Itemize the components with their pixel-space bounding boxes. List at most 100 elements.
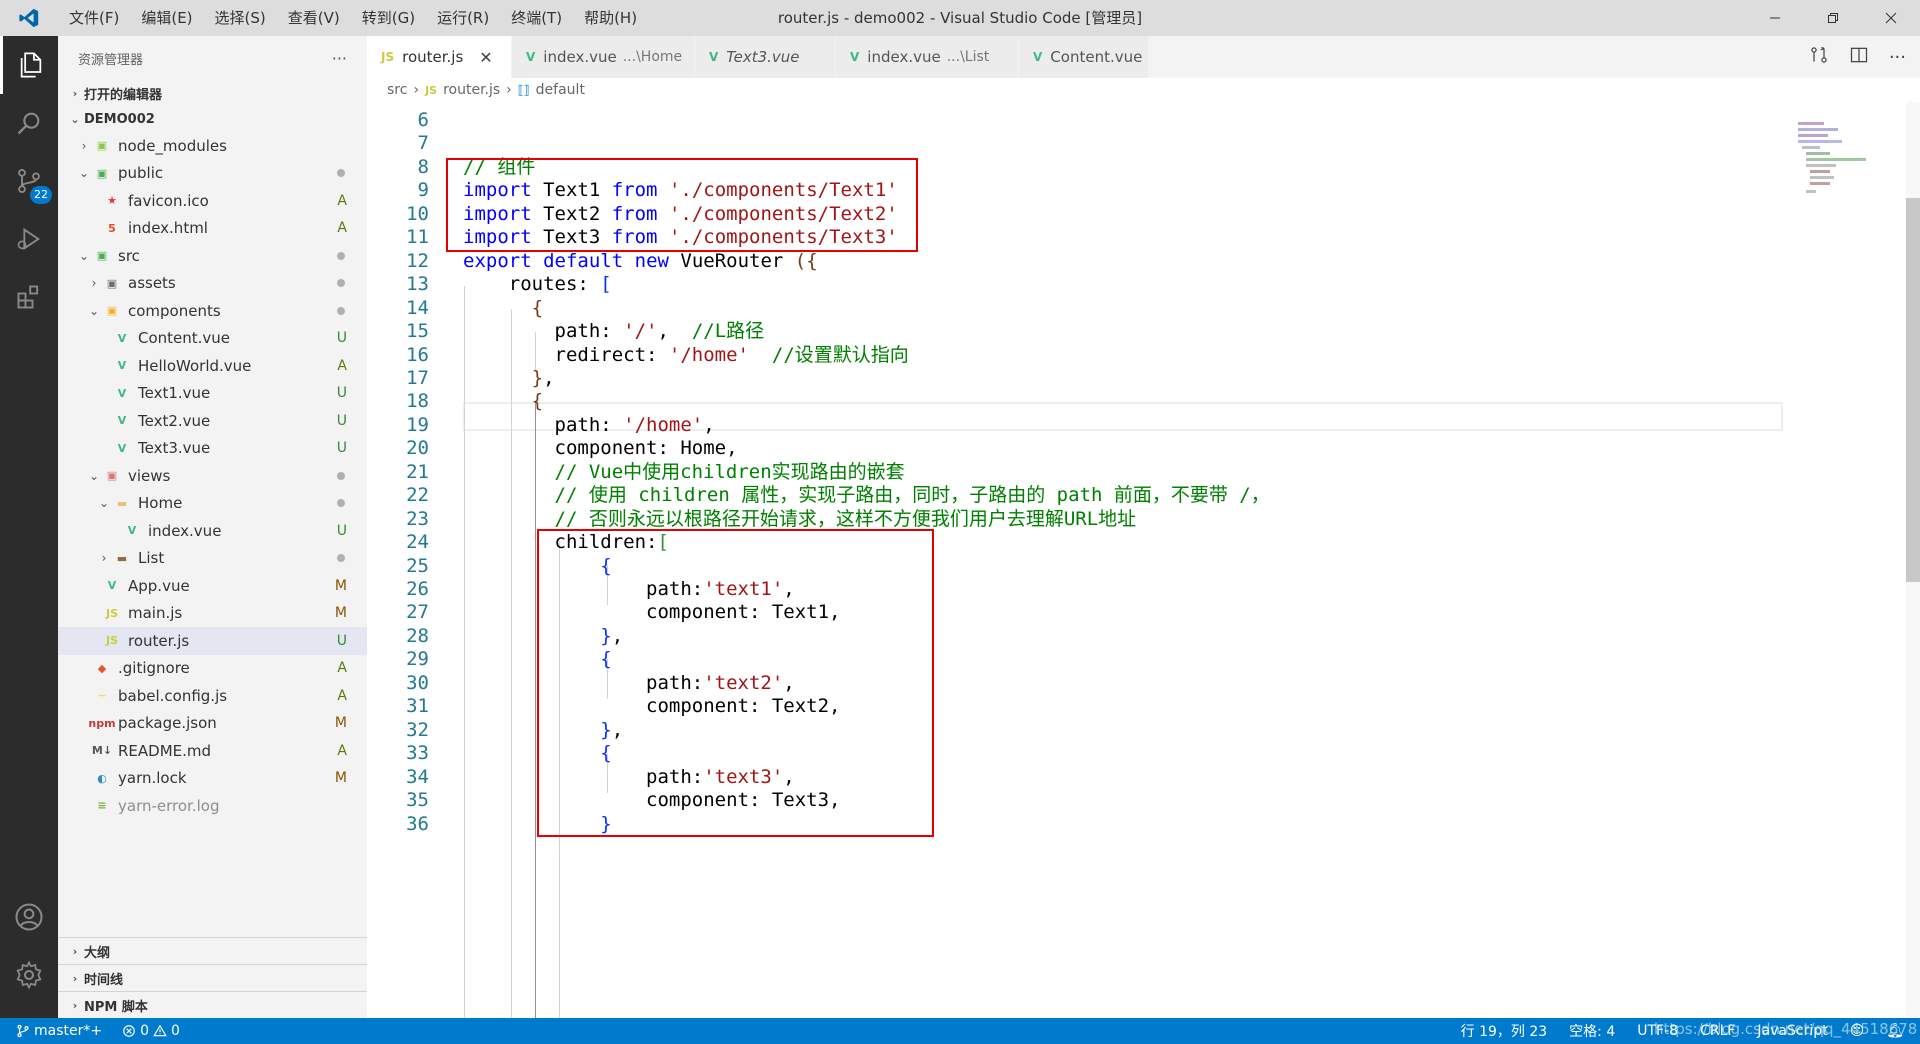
code-token: //L路径 xyxy=(691,320,765,343)
menu-item-7[interactable]: 帮助(H) xyxy=(573,0,648,36)
explorer-title: 资源管理器 xyxy=(78,52,144,68)
menu-item-2[interactable]: 选择(S) xyxy=(204,0,277,36)
tree-item-main-js[interactable]: JS main.js M xyxy=(58,600,367,628)
file-tree: › ▣ node_modules ⌄ ▣ public ★ favicon.ico A 5 inde… xyxy=(58,132,367,820)
close-button[interactable] xyxy=(1862,0,1920,36)
breadcrumb-symbol[interactable]: default xyxy=(536,82,585,98)
more-actions-button[interactable]: ··· xyxy=(332,49,347,68)
tab-index-vue-1[interactable]: Vindex.vue ...\Home xyxy=(512,36,695,78)
indentation-status[interactable]: 空格: 4 xyxy=(1569,1021,1615,1041)
sidebar-section-1[interactable]: › 时间线 xyxy=(58,964,367,991)
tree-item-views[interactable]: ⌄ ▣ views xyxy=(58,462,367,490)
vue-icon: V xyxy=(107,579,117,593)
cursor-position[interactable]: 行 19，列 23 xyxy=(1461,1021,1548,1041)
section-label: 时间线 xyxy=(84,972,124,988)
sidebar-section-0[interactable]: › 大纲 xyxy=(58,937,367,964)
code-token: { xyxy=(531,390,544,413)
tree-item-index-vue[interactable]: Vindex.vue U xyxy=(58,517,367,545)
tab-label: router.js xyxy=(402,48,464,66)
branch-name: master*+ xyxy=(34,1023,103,1039)
tree-item-package-json[interactable]: npm package.json M xyxy=(58,710,367,738)
tree-item-list[interactable]: › ▬ List xyxy=(58,545,367,573)
breadcrumb: src › JS router.js › ⟦⟧ default xyxy=(367,78,1920,102)
tree-item-yarn-lock[interactable]: ◐ yarn.lock M xyxy=(58,765,367,793)
tree-item-src[interactable]: ⌄ ▣ src xyxy=(58,242,367,270)
tab-index-vue-3[interactable]: Vindex.vue ...\List xyxy=(836,36,1019,78)
tree-item-node-modules[interactable]: › ▣ node_modules xyxy=(58,132,367,160)
project-section[interactable]: ⌄ DEMO002 xyxy=(58,106,367,132)
menu-item-5[interactable]: 运行(R) xyxy=(426,0,500,36)
tree-item-label: List xyxy=(138,549,165,568)
tree-item-public[interactable]: ⌄ ▣ public xyxy=(58,160,367,188)
code-editor[interactable]: 6 7 8// 组件 9 import Text1 from './components… xyxy=(367,102,1920,1018)
breadcrumb-src[interactable]: src xyxy=(387,82,407,98)
tree-item-components[interactable]: ⌄ ▣ components xyxy=(58,297,367,325)
tab-router-js-0[interactable]: JS router.js ✕ xyxy=(367,36,512,78)
tree-item-label: public xyxy=(118,164,164,183)
settings-gear-icon[interactable] xyxy=(0,946,58,1004)
menu-item-4[interactable]: 转到(G) xyxy=(351,0,426,36)
status-bar: master*+ 0 0 行 19，列 23 空格: 4 UTF-8 CRLF … xyxy=(0,1018,1920,1044)
run-debug-icon[interactable] xyxy=(0,210,58,268)
restore-button[interactable] xyxy=(1804,0,1862,36)
git-branch-status[interactable]: master*+ xyxy=(16,1023,102,1039)
tree-item-yarn-error-log[interactable]: ≡ yarn-error.log xyxy=(58,792,367,820)
scrollbar-thumb[interactable] xyxy=(1906,198,1920,582)
problems-status[interactable]: 0 0 xyxy=(122,1023,180,1039)
tree-item-label: favicon.ico xyxy=(128,191,209,210)
tree-item-babel-config-js[interactable]: ~ babel.config.js A xyxy=(58,682,367,710)
tree-item-index-html[interactable]: 5 index.html A xyxy=(58,215,367,243)
tree-item-readme-md[interactable]: M↓ README.md A xyxy=(58,737,367,765)
extensions-icon[interactable] xyxy=(0,268,58,326)
tree-item-gitignore[interactable]: ◆ .gitignore A xyxy=(58,655,367,683)
sidebar-section-2[interactable]: › NPM 脚本 xyxy=(58,991,367,1018)
modified-dot-icon xyxy=(337,554,345,563)
menu-item-0[interactable]: 文件(F) xyxy=(58,0,130,36)
explorer-header: 资源管理器 ··· xyxy=(58,36,367,80)
menu-bar: 文件(F) 编辑(E) 选择(S) 查看(V) 转到(G) 运行(R) 终端(T) 帮助(H) xyxy=(58,0,648,36)
open-editors-section[interactable]: › 打开的编辑器 xyxy=(58,80,367,106)
modified-dot-icon xyxy=(337,499,345,508)
account-icon[interactable] xyxy=(0,888,58,946)
menu-item-3[interactable]: 查看(V) xyxy=(277,0,351,36)
menu-item-6[interactable]: 终端(T) xyxy=(500,0,573,36)
tree-item-text1-vue[interactable]: V Text1.vue U xyxy=(58,380,367,408)
git-status-badge: M xyxy=(334,770,347,787)
close-tab-icon[interactable]: ✕ xyxy=(479,48,492,67)
breadcrumb-file[interactable]: router.js xyxy=(443,82,500,98)
tree-item-home[interactable]: ⌄ ▬ Home xyxy=(58,490,367,518)
tree-item-app-vue[interactable]: V App.vue M xyxy=(58,572,367,600)
minimize-button[interactable] xyxy=(1746,0,1804,36)
search-icon[interactable] xyxy=(0,94,58,152)
explorer-icon[interactable] xyxy=(0,36,58,94)
more-editor-actions-button[interactable]: ··· xyxy=(1889,47,1906,68)
tree-item-content-vue[interactable]: V Content.vue U xyxy=(58,325,367,353)
code-token: routes: xyxy=(463,273,601,296)
source-control-icon[interactable]: 22 xyxy=(0,152,58,210)
tree-item-text2-vue[interactable]: V Text2.vue U xyxy=(58,407,367,435)
tab-text3-vue-2[interactable]: V Text3.vue xyxy=(695,36,836,78)
folder-src-icon: ▣ xyxy=(96,249,108,263)
chevron-right-icon: › xyxy=(81,138,87,153)
vue-icon: V xyxy=(117,414,127,428)
menu-item-1[interactable]: 编辑(E) xyxy=(130,0,203,36)
tree-item-label: Content.vue xyxy=(138,329,231,348)
tree-item-helloworld-vue[interactable]: V HelloWorld.vue A xyxy=(58,352,367,380)
tree-item-label: node_modules xyxy=(118,136,227,155)
chevron-right-icon: › xyxy=(101,551,107,566)
code-token: , xyxy=(703,413,715,436)
tree-item-assets[interactable]: › ▣ assets xyxy=(58,270,367,298)
minimap[interactable] xyxy=(1788,102,1898,202)
npm-icon: npm xyxy=(88,716,116,730)
tree-item-favicon-ico[interactable]: ★ favicon.ico A xyxy=(58,187,367,215)
explorer-sidebar: 资源管理器 ··· › 打开的编辑器 ⌄ DEMO002 › ▣ node_modu… xyxy=(58,36,367,1018)
open-changes-icon[interactable] xyxy=(1809,45,1829,69)
tree-item-text3-vue[interactable]: V Text3.vue U xyxy=(58,435,367,463)
tree-item-router-js[interactable]: JS router.js U xyxy=(58,627,367,655)
split-editor-icon[interactable] xyxy=(1849,45,1869,69)
vertical-scrollbar[interactable] xyxy=(1906,102,1920,1018)
vue-icon: V xyxy=(117,386,127,400)
modified-dot-icon xyxy=(337,279,345,288)
tab-content-vue-4[interactable]: V Content.vue xyxy=(1019,36,1149,78)
